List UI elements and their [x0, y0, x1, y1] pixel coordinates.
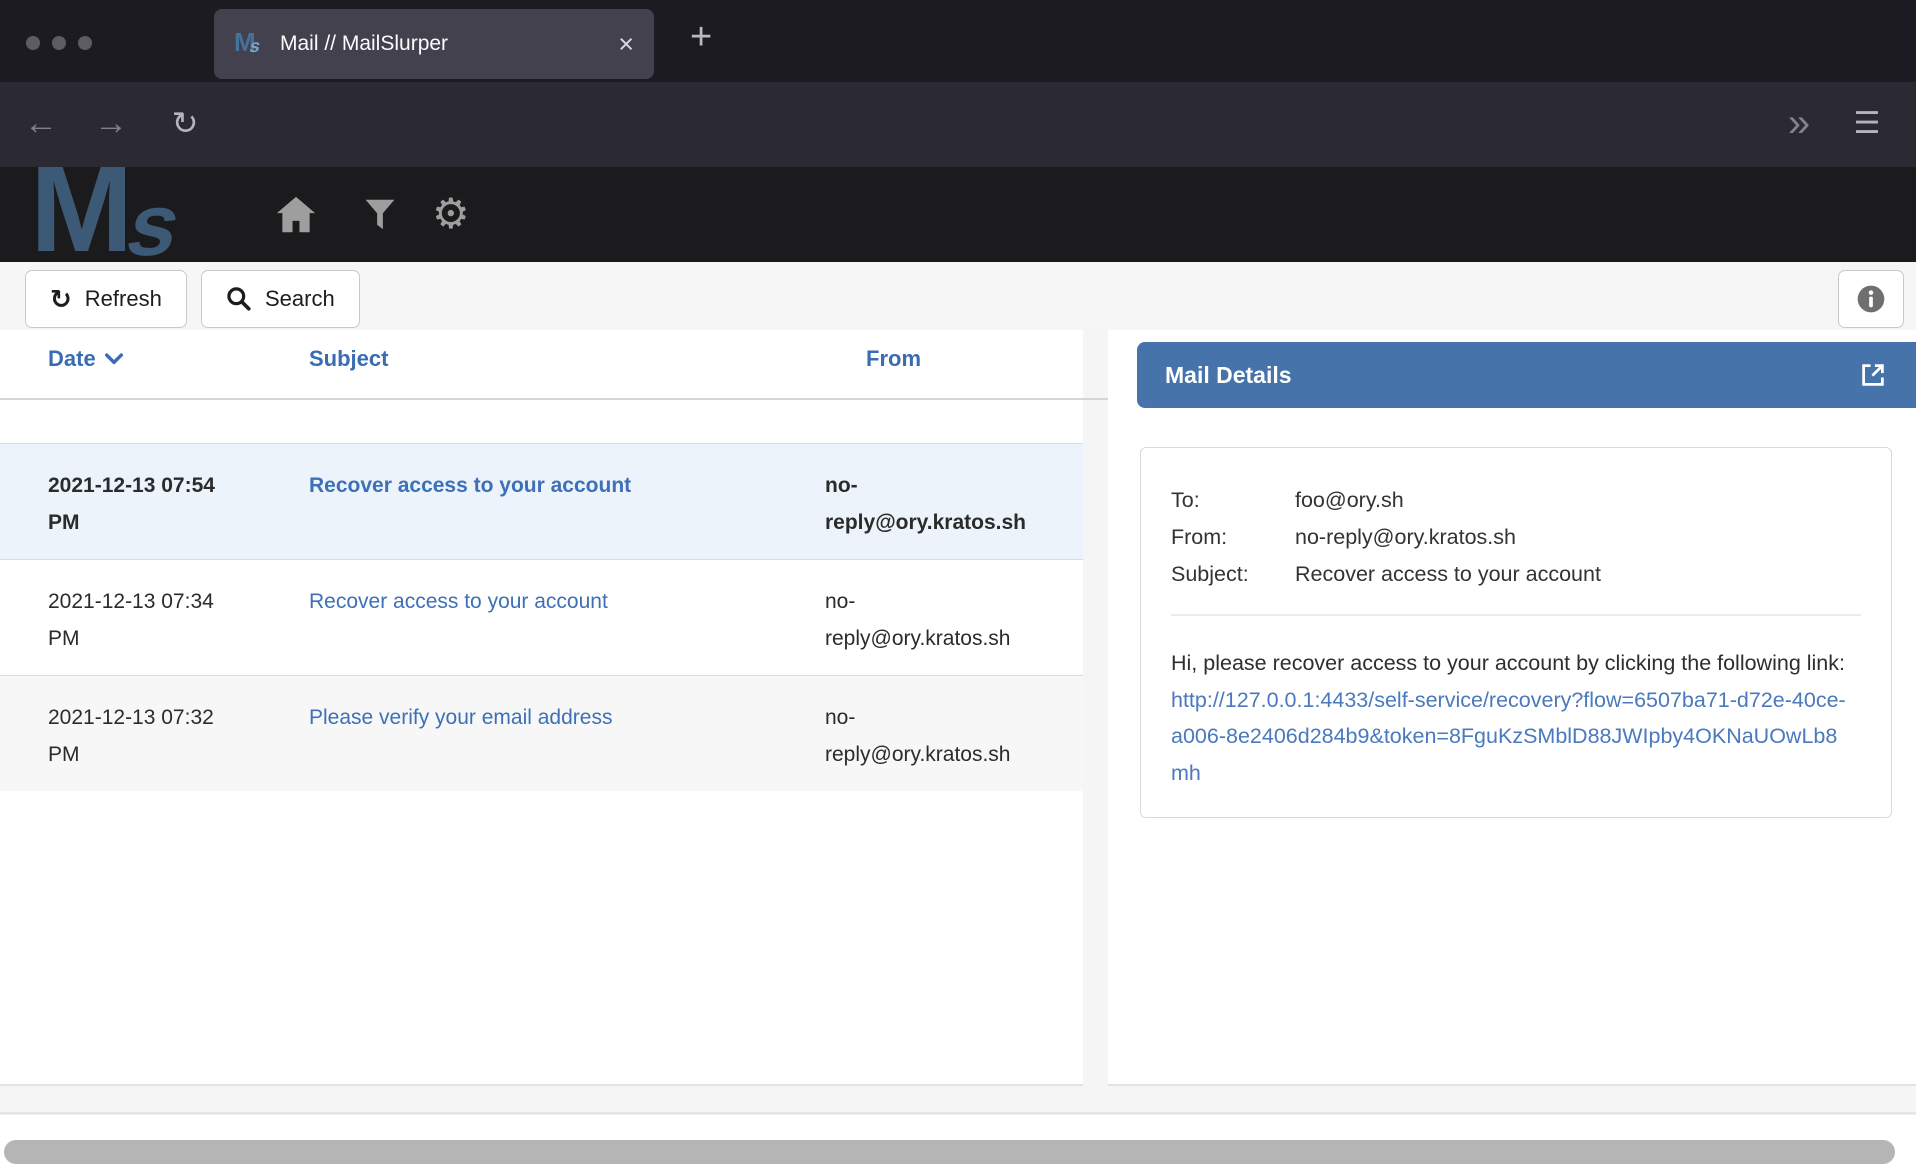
window-minimize-dot[interactable] [52, 36, 66, 50]
column-header-date[interactable]: Date [48, 346, 123, 372]
gear-icon[interactable]: ⚙ [432, 193, 470, 235]
subject-label: Subject: [1171, 556, 1295, 593]
open-external-icon[interactable] [1858, 360, 1888, 390]
browser-tab[interactable]: M s Mail // MailSlurper × [214, 9, 654, 79]
hamburger-menu-icon[interactable]: ☰ [1842, 82, 1892, 167]
mail-to-row: To: foo@ory.sh [1171, 482, 1861, 519]
mail-body: Hi, please recover access to your accoun… [1171, 645, 1847, 791]
mail-list-header: Date Subject From [0, 330, 1108, 400]
tab-title: Mail // MailSlurper [280, 32, 618, 56]
mail-detail-card: To: foo@ory.sh From: no-reply@ory.kratos… [1140, 447, 1892, 818]
from-label: From: [1171, 519, 1295, 556]
mail-subject-link[interactable]: Recover access to your account [309, 467, 789, 541]
mail-rows: 2021-12-13 07:54 PM Recover access to yo… [0, 443, 1083, 791]
mailslurper-navbar: M s ⚙ [0, 167, 1916, 262]
browser-toolbar: ← → ↻ 127.0.0.1:4436/# 90% ☆ » ☰ [0, 82, 1916, 167]
mail-date: 2021-12-13 07:32 PM [48, 699, 238, 773]
tab-close-icon[interactable]: × [618, 31, 634, 58]
action-toolbar: ↻ Refresh Search [0, 262, 1916, 330]
mailslurper-logo: M [30, 167, 133, 262]
window-close-dot[interactable] [26, 36, 40, 50]
extensions-overflow-icon[interactable]: » [1772, 82, 1822, 167]
info-icon [1855, 283, 1887, 315]
browser-window: M s Mail // MailSlurper × + ← → ↻ 127.0.… [0, 0, 1916, 1170]
recovery-link[interactable]: http://127.0.0.1:4433/self-service/recov… [1171, 688, 1846, 785]
home-icon[interactable] [274, 195, 318, 235]
reload-icon[interactable]: ↻ [162, 82, 208, 167]
mail-from-row: From: no-reply@ory.kratos.sh [1171, 519, 1861, 556]
subject-value: Recover access to your account [1295, 556, 1601, 593]
window-zoom-dot[interactable] [78, 36, 92, 50]
mail-details-header: Mail Details [1137, 342, 1916, 408]
table-row[interactable]: 2021-12-13 07:34 PM Recover access to yo… [0, 559, 1083, 675]
new-tab-button[interactable]: + [690, 16, 712, 59]
mail-from: no-reply@ory.kratos.sh [825, 699, 1040, 773]
refresh-label: Refresh [85, 286, 162, 312]
from-value: no-reply@ory.kratos.sh [1295, 519, 1516, 556]
mail-subject-link[interactable]: Recover access to your account [309, 583, 789, 657]
filter-icon[interactable] [364, 198, 396, 232]
mail-details-title: Mail Details [1165, 362, 1292, 389]
back-icon[interactable]: ← [18, 82, 64, 167]
refresh-icon: ↻ [50, 286, 72, 312]
refresh-button[interactable]: ↻ Refresh [25, 270, 187, 328]
browser-tab-strip: M s Mail // MailSlurper × + [0, 0, 1916, 82]
table-row[interactable]: 2021-12-13 07:54 PM Recover access to yo… [0, 443, 1083, 559]
mail-list-panel: Date Subject From 2021-12-13 07:54 PM Re… [0, 330, 1083, 1086]
window-controls[interactable] [26, 36, 92, 50]
mail-body-text: Hi, please recover access to your accoun… [1171, 651, 1845, 675]
to-label: To: [1171, 482, 1295, 519]
card-divider [1171, 614, 1861, 616]
search-icon [226, 286, 252, 312]
mail-from: no-reply@ory.kratos.sh [825, 467, 1040, 541]
mail-details-panel: Mail Details To: foo@ory.sh From: no-rep… [1108, 330, 1916, 1086]
column-header-from[interactable]: From [866, 346, 921, 372]
search-label: Search [265, 286, 335, 312]
forward-icon[interactable]: → [88, 82, 134, 167]
mail-date: 2021-12-13 07:54 PM [48, 467, 238, 541]
to-value: foo@ory.sh [1295, 482, 1404, 519]
horizontal-scrollbar-thumb[interactable] [4, 1140, 1895, 1164]
column-header-subject[interactable]: Subject [309, 346, 388, 372]
mail-subject-row: Subject: Recover access to your account [1171, 556, 1861, 593]
mail-from: no-reply@ory.kratos.sh [825, 583, 1040, 657]
info-button[interactable] [1838, 270, 1904, 328]
mail-date: 2021-12-13 07:34 PM [48, 583, 238, 657]
sort-chevron-down-icon [105, 353, 123, 365]
search-button[interactable]: Search [201, 270, 360, 328]
mail-subject-link[interactable]: Please verify your email address [309, 699, 789, 773]
table-row[interactable]: 2021-12-13 07:32 PM Please verify your e… [0, 675, 1083, 791]
mailslurper-favicon-icon: M s [234, 29, 268, 59]
